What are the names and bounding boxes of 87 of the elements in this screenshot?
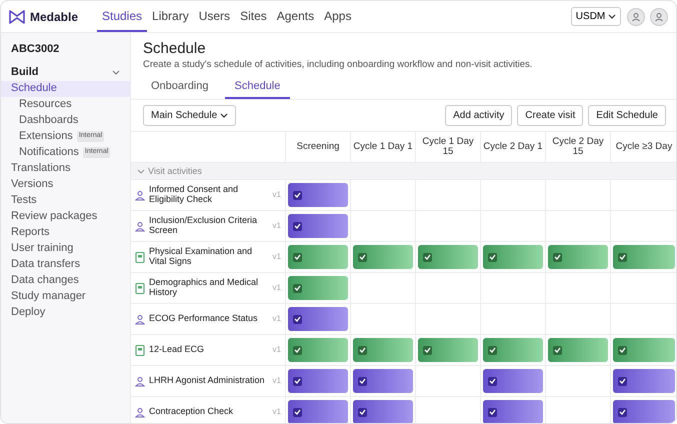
logo-icon [9, 10, 25, 24]
avatar[interactable] [626, 8, 644, 26]
check-icon [619, 254, 626, 260]
activity-name: ECOG Performance Status [149, 314, 259, 324]
nav-tab[interactable]: Users [194, 1, 236, 32]
activity-name: Contraception Check [149, 407, 234, 418]
version-label: v1 [272, 220, 281, 232]
activity-name: Demographics and Medical History [149, 278, 260, 298]
sidebar-item[interactable]: Review packages [1, 208, 130, 224]
page-tab[interactable]: Onboarding [141, 74, 218, 100]
person-icon [135, 376, 145, 387]
person-icon [135, 220, 145, 232]
sidebar-item[interactable]: Data changes [1, 272, 130, 288]
sidebar-item[interactable]: Translations [1, 160, 130, 176]
person-icon [135, 314, 145, 325]
sidebar-item[interactable]: Reports [1, 224, 130, 240]
chevron-down-icon [137, 168, 145, 175]
version-label: v1 [272, 251, 281, 264]
check-icon [294, 254, 301, 260]
sidebar-item[interactable]: Deploy [1, 304, 130, 320]
check-icon [359, 347, 366, 354]
sidebar-item[interactable]: Study manager [1, 288, 130, 304]
check-icon [489, 409, 496, 416]
sidebar-item[interactable]: Resources [1, 96, 130, 112]
form-icon [135, 252, 145, 263]
action-button[interactable]: Create visit [517, 105, 584, 126]
activity-name: 12-Lead ECG [149, 345, 206, 356]
version-label: v1 [272, 189, 281, 202]
activity-name: Inclusion/Exclusion Criteria Screen [149, 216, 258, 236]
person-icon [135, 190, 145, 201]
check-icon [294, 347, 301, 354]
avatar[interactable] [650, 8, 668, 26]
check-icon [619, 378, 626, 384]
page-tab[interactable]: Schedule [224, 74, 290, 100]
sidebar-item[interactable]: Data transfers [1, 256, 130, 272]
sidebar-item[interactable]: Versions [1, 176, 130, 192]
check-icon [554, 254, 561, 260]
nav-tab[interactable]: Sites [235, 1, 272, 32]
schedule-dropdown[interactable]: Main Schedule [143, 105, 236, 126]
form-icon [135, 344, 145, 356]
check-icon [294, 285, 301, 292]
page-title: Schedule [143, 41, 207, 58]
check-icon [359, 409, 366, 416]
action-button[interactable]: Add activity [445, 105, 512, 126]
check-icon [294, 409, 301, 416]
check-icon [359, 378, 366, 384]
page-description: Create a study's schedule of activities, including onboarding workflow and non-visit activities. [143, 58, 534, 72]
check-icon [489, 378, 496, 384]
caret-icon [608, 13, 616, 20]
version-label: v1 [272, 406, 281, 418]
version-label: v1 [272, 344, 281, 356]
check-icon [294, 316, 301, 322]
sidebar-item[interactable]: Dashboards [1, 112, 130, 128]
activity-name: Informed Consent and Eligibility Check [149, 185, 240, 206]
person-icon [135, 406, 145, 418]
check-icon [424, 347, 431, 354]
nav-tab[interactable]: Agents [272, 1, 320, 32]
brand-name: Medable [30, 8, 78, 26]
check-icon [424, 254, 431, 260]
sidebar-item[interactable]: Tests [1, 192, 130, 208]
nav-tab[interactable]: Apps [319, 1, 356, 32]
user-icon [630, 10, 642, 22]
chevron-down-icon [112, 68, 120, 76]
nav-tab[interactable]: Library [147, 1, 194, 32]
version-label: v1 [272, 282, 281, 294]
section-header[interactable]: Build [1, 64, 130, 80]
user-icon [653, 10, 665, 22]
check-icon [619, 347, 626, 354]
action-button[interactable]: Edit Schedule [588, 105, 666, 126]
check-icon [489, 347, 496, 354]
activity-name: Physical Examination and Vital Signs [149, 247, 254, 268]
check-icon [554, 347, 561, 354]
form-icon [135, 282, 145, 294]
check-icon [294, 192, 301, 198]
activity-name: LHRH Agonist Administration [149, 376, 266, 386]
version-label: v1 [272, 375, 281, 388]
check-icon [619, 409, 626, 416]
version-label: v1 [272, 313, 281, 326]
sidebar-item[interactable]: Schedule [1, 80, 130, 96]
check-icon [489, 254, 496, 260]
check-icon [294, 378, 301, 384]
project-name: ABC3002 [10, 42, 60, 57]
standard-dropdown[interactable]: USDM [570, 7, 621, 26]
check-icon [359, 254, 366, 260]
caret-icon [220, 112, 228, 120]
sidebar-item[interactable]: User training [1, 240, 130, 256]
check-icon [294, 223, 301, 230]
